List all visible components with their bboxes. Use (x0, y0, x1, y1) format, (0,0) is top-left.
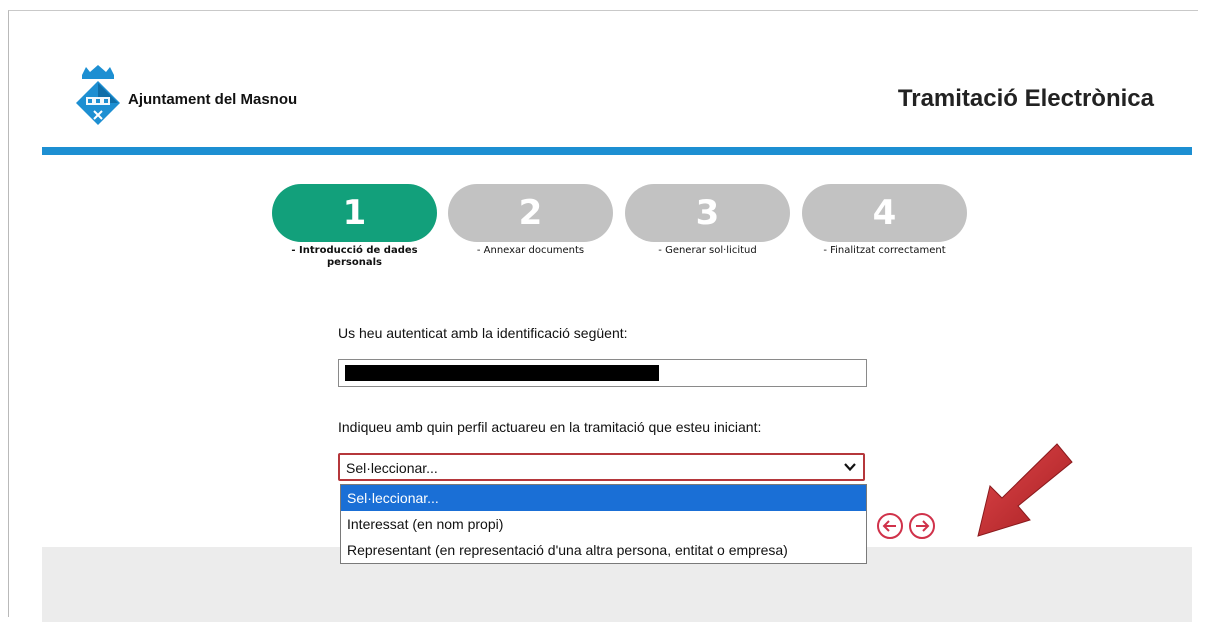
brand-name: Ajuntament del Masnou (128, 91, 298, 108)
identification-field (338, 359, 867, 387)
auth-prompt: Us heu autenticat amb la identificació s… (338, 325, 628, 341)
step-2: 2 - Annexar documents (448, 184, 613, 257)
step-4-label: - Finalitzat correctament (823, 245, 946, 256)
profile-select[interactable]: Sel·leccionar... (338, 453, 865, 481)
progress-steps: 1 - Introducció de dades personals 2 - A… (272, 184, 1012, 284)
profile-option-representant[interactable]: Representant (en representació d'una alt… (341, 537, 866, 563)
step-3-label: - Generar sol·licitud (658, 245, 757, 256)
profile-select-value: Sel·leccionar... (346, 460, 438, 476)
profile-option-select[interactable]: Sel·leccionar... (341, 485, 866, 511)
profile-dropdown-list: Sel·leccionar... Interessat (en nom prop… (340, 484, 867, 564)
step-2-badge: 2 (448, 184, 613, 242)
masnou-logo-icon (76, 65, 120, 125)
page-container: Ajuntament del Masnou Tramitació Electrò… (42, 41, 1192, 626)
redacted-identity (345, 365, 659, 381)
header: Ajuntament del Masnou Tramitació Electrò… (42, 41, 1192, 147)
step-3: 3 - Generar sol·licitud (625, 184, 790, 257)
step-1-badge: 1 (272, 184, 437, 242)
step-4-badge: 4 (802, 184, 967, 242)
profile-prompt: Indiqueu amb quin perfil actuareu en la … (338, 419, 762, 435)
annotation-arrow-icon (977, 443, 1073, 537)
browser-frame: Ajuntament del Masnou Tramitació Electrò… (8, 10, 1198, 626)
header-divider (42, 147, 1192, 155)
step-3-badge: 3 (625, 184, 790, 242)
chevron-down-icon (844, 463, 856, 472)
profile-option-interessat[interactable]: Interessat (en nom propi) (341, 511, 866, 537)
step-1: 1 - Introducció de dades personals (272, 184, 437, 269)
arrow-left-circle-icon[interactable] (876, 512, 904, 540)
arrow-right-circle-icon[interactable] (908, 512, 936, 540)
page-title: Tramitació Electrònica (897, 85, 1154, 112)
step-2-label: - Annexar documents (476, 245, 585, 256)
step-1-label: - Introducció de dades personals (291, 245, 418, 268)
step-4: 4 - Finalitzat correctament (802, 184, 967, 257)
